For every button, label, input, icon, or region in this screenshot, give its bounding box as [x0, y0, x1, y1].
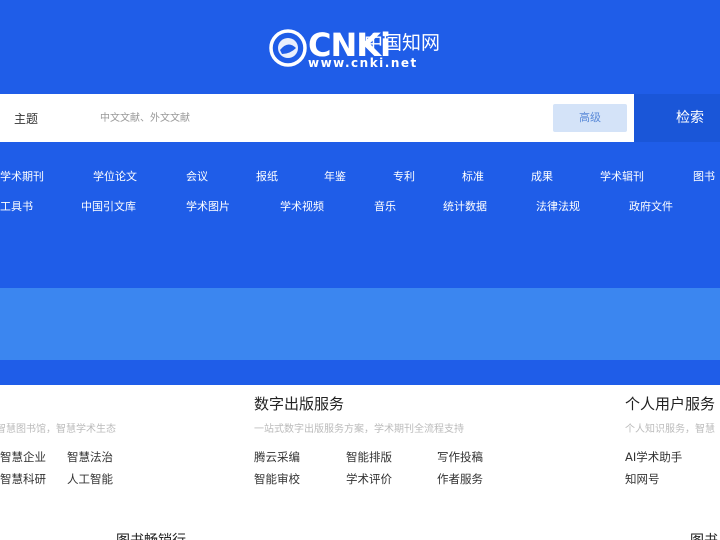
search-scope-select[interactable]: 主题	[14, 110, 38, 127]
service-link[interactable]: 智慧法治	[67, 449, 113, 465]
category-link[interactable]: 中国引文库	[81, 198, 136, 214]
section-subtitle: 智慧图书馆，智慧学术生态	[0, 424, 116, 435]
category-link[interactable]: 学位论文	[93, 168, 137, 184]
hero-promo-band	[0, 288, 720, 360]
logo-url: www.cnki.net	[308, 56, 418, 70]
search-button[interactable]: 检索	[634, 94, 720, 142]
section-subtitle: 一站式数字出版服务方案，学术期刊全流程支持	[254, 424, 464, 435]
section-title-digital-publishing: 数字出版服务	[254, 395, 345, 413]
logo-chinese-name: 中国知网	[364, 32, 441, 54]
search-bar: 主题 高级 检索	[0, 94, 720, 142]
category-link[interactable]: 专利	[393, 168, 415, 184]
category-link[interactable]: 报纸	[256, 168, 278, 184]
advanced-search-button[interactable]: 高级	[553, 104, 627, 132]
section-subtitle: 个人知识服务，智慧	[625, 424, 715, 435]
service-link[interactable]: 学术评价	[346, 471, 392, 487]
category-link[interactable]: 成果	[531, 168, 553, 184]
service-link[interactable]: AI学术助手	[625, 449, 682, 465]
category-link[interactable]: 法律法规	[536, 198, 580, 214]
search-box: 主题 高级	[0, 94, 634, 142]
service-link[interactable]: 智慧企业	[0, 449, 46, 465]
category-link[interactable]: 会议	[186, 168, 208, 184]
service-link[interactable]: 智慧科研	[0, 471, 46, 487]
service-link[interactable]: 智能排版	[346, 449, 392, 465]
search-input[interactable]	[100, 106, 540, 130]
globe-emblem-icon	[269, 29, 307, 67]
category-link[interactable]: 政府文件	[629, 198, 673, 214]
bottom-section-title: 图书畅销行	[116, 530, 186, 540]
service-link[interactable]: 智能审校	[254, 471, 300, 487]
service-link[interactable]: 人工智能	[67, 471, 113, 487]
category-link[interactable]: 工具书	[0, 198, 33, 214]
bottom-section-title: 图书	[690, 530, 718, 540]
category-link[interactable]: 标准	[462, 168, 484, 184]
category-link[interactable]: 统计数据	[443, 198, 487, 214]
service-link[interactable]: 知网号	[625, 471, 660, 487]
section-title-personal-services: 个人用户服务	[625, 395, 716, 413]
cnki-logo[interactable]: CNKi 中国知网 www.cnki.net	[268, 26, 440, 72]
category-link[interactable]: 学术图片	[186, 198, 230, 214]
category-link[interactable]: 音乐	[374, 198, 396, 214]
service-link[interactable]: 腾云采编	[254, 449, 300, 465]
category-link[interactable]: 学术辑刊	[600, 168, 644, 184]
service-link[interactable]: 写作投稿	[437, 449, 483, 465]
service-link[interactable]: 作者服务	[437, 471, 483, 487]
category-link[interactable]: 学术视频	[280, 198, 324, 214]
category-link[interactable]: 学术期刊	[0, 168, 44, 184]
category-link[interactable]: 年鉴	[324, 168, 346, 184]
category-link[interactable]: 图书	[693, 168, 715, 184]
